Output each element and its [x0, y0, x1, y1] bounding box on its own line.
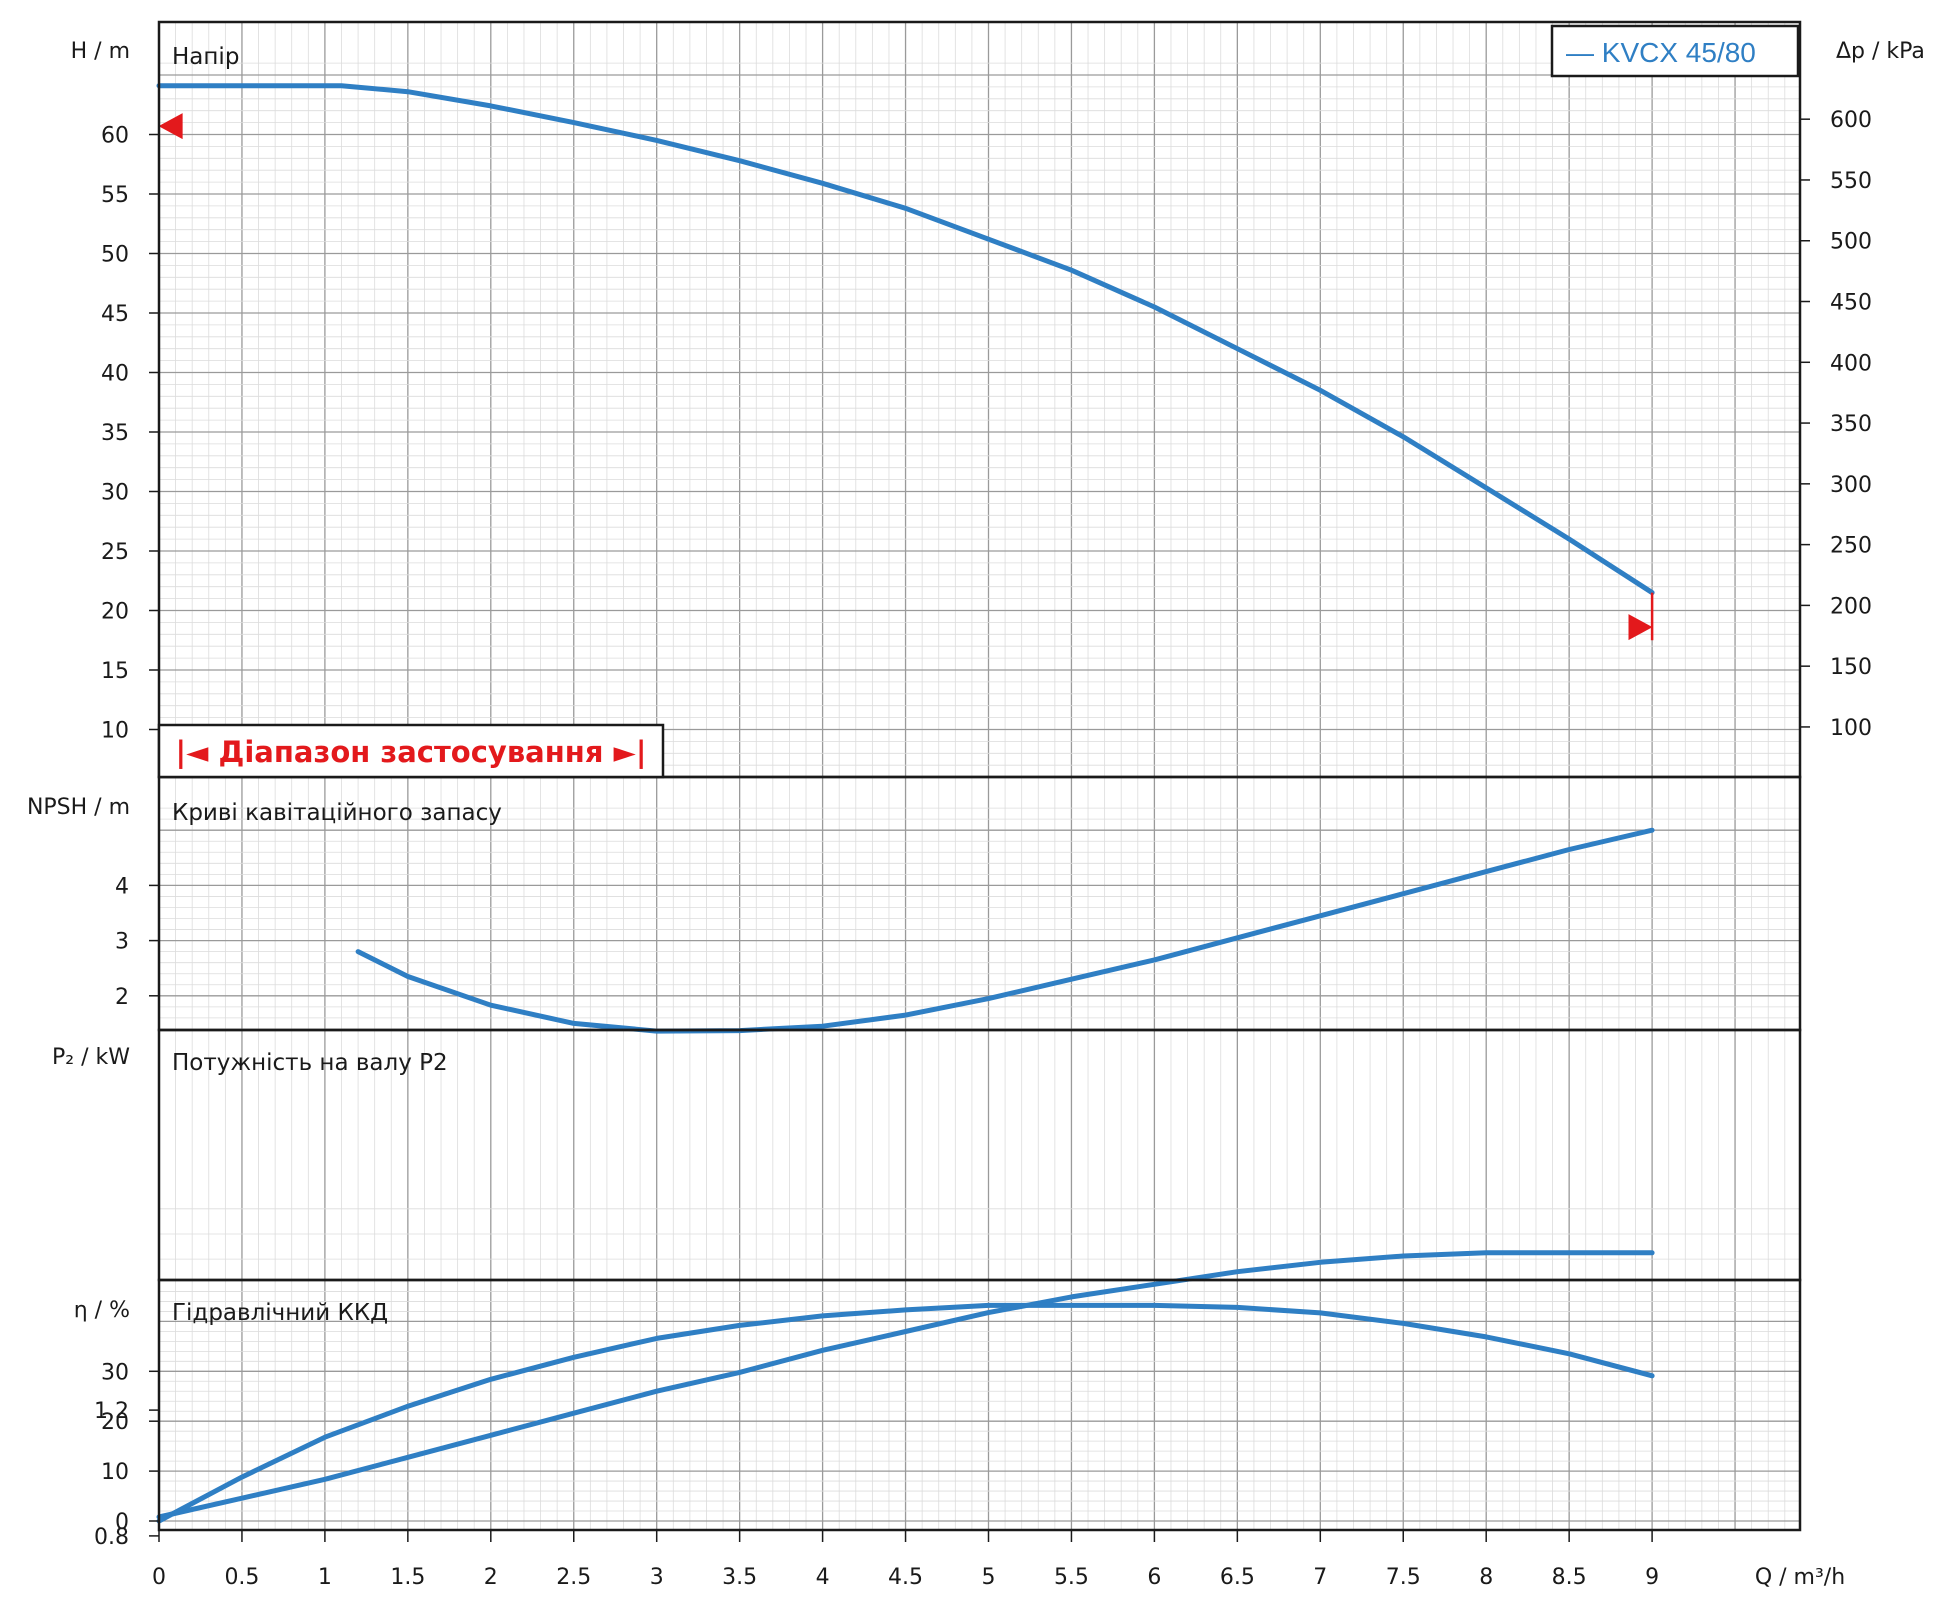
xtick-label: 6 — [1147, 1565, 1161, 1590]
xtick-label: 4 — [816, 1565, 830, 1590]
ytick-label: 20 — [101, 1410, 129, 1435]
xtick-label: 4.5 — [888, 1565, 923, 1590]
secondary-ytick-label: 300 — [1830, 473, 1872, 498]
xtick-label: 9 — [1645, 1565, 1659, 1590]
xtick-label: 2 — [484, 1565, 498, 1590]
xlabel: Q / m³/h — [1755, 1565, 1845, 1590]
ytick-label: 25 — [101, 540, 129, 565]
xtick-label: 7 — [1313, 1565, 1327, 1590]
range-marker-right — [1628, 614, 1653, 641]
xtick-label: 8.5 — [1552, 1565, 1587, 1590]
pump-performance-chart: 1015202530354045505560100150200250300350… — [27, 20, 1925, 1590]
legend-entry-kvcx: — KVCX 45/80 — [1566, 37, 1756, 68]
ytick-label: 15 — [101, 659, 129, 684]
secondary-ytick-label: 600 — [1830, 108, 1872, 133]
ytick-label: 20 — [101, 600, 129, 625]
secondary-ytick-label: 500 — [1830, 230, 1872, 255]
xtick-label: 1.5 — [390, 1565, 425, 1590]
ytick-label: 2 — [115, 985, 129, 1010]
panel-title-efficiency: Гідравлічний ККД — [172, 1300, 388, 1326]
secondary-ytick-label: 450 — [1830, 291, 1872, 316]
secondary-ytick-label: 150 — [1830, 655, 1872, 680]
ytick-label: 35 — [101, 421, 129, 446]
ytick-label: 40 — [101, 362, 129, 387]
labels: 1015202530354045505560100150200250300350… — [94, 108, 1872, 1590]
panel-title-head: Напір — [172, 44, 239, 70]
ytick-label: 4 — [115, 874, 129, 899]
ytick-label: 10 — [101, 1460, 129, 1485]
ytick-label: 3 — [115, 930, 129, 955]
secondary-ytick-label: 200 — [1830, 594, 1872, 619]
ytick-label: 45 — [101, 302, 129, 327]
secondary-ytick-label: 550 — [1830, 169, 1872, 194]
xtick-label: 7.5 — [1386, 1565, 1421, 1590]
secondary-ytick-label: 400 — [1830, 351, 1872, 376]
xtick-label: 2.5 — [556, 1565, 591, 1590]
xtick-label: 1 — [318, 1565, 332, 1590]
panel-title-npsh: Криві кавітаційного запасу — [172, 800, 502, 826]
ytick-label: 30 — [101, 1360, 129, 1385]
xtick-label: 0.5 — [224, 1565, 259, 1590]
ylabel-head: H / m — [71, 39, 130, 64]
panel-title-power: Потужність на валу P2 — [172, 1050, 448, 1076]
ytick-label: 50 — [101, 243, 129, 268]
ylabel-efficiency: η / % — [74, 1298, 130, 1323]
range-marker-left — [158, 113, 183, 140]
xtick-label: 6.5 — [1220, 1565, 1255, 1590]
ytick-label: 0 — [115, 1510, 129, 1535]
xtick-label: 5 — [982, 1565, 996, 1590]
ytick-label: 60 — [101, 124, 129, 149]
xtick-label: 3.5 — [722, 1565, 757, 1590]
ytick-label: 10 — [101, 719, 129, 744]
panel-frame-head — [157, 20, 1802, 779]
application-range-label: |◄ Діапазон застосування ►| — [176, 735, 647, 769]
ytick-label: 55 — [101, 183, 129, 208]
secondary-ytick-label: 350 — [1830, 412, 1872, 437]
secondary-ylabel: Δp / kPa — [1836, 39, 1925, 64]
xtick-label: 8 — [1479, 1565, 1493, 1590]
ylabel-power: P₂ / kW — [52, 1045, 130, 1070]
secondary-ytick-label: 100 — [1830, 716, 1872, 741]
secondary-ytick-label: 250 — [1830, 534, 1872, 559]
xtick-label: 0 — [152, 1565, 166, 1590]
ytick-label: 30 — [101, 481, 129, 506]
ylabel-npsh: NPSH / m — [27, 795, 130, 820]
xtick-label: 5.5 — [1054, 1565, 1089, 1590]
xtick-label: 3 — [650, 1565, 664, 1590]
